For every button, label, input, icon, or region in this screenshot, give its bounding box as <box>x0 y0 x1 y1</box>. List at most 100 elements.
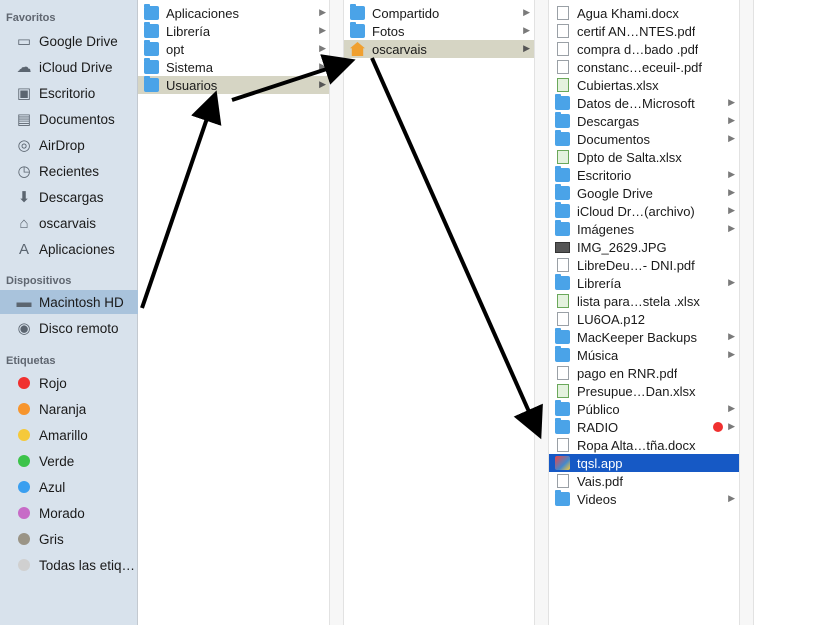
users-folder-icon <box>144 76 159 92</box>
item-label: Imágenes <box>577 221 635 237</box>
tag-color-dot-icon <box>18 481 30 493</box>
folder-icon <box>555 346 570 362</box>
list-item[interactable]: iCloud Dr…(archivo) ▶ <box>549 202 739 220</box>
chevron-right-icon: ▶ <box>728 97 735 107</box>
sidebar-item-dispositivo[interactable]: ◉ Disco remoto <box>0 316 138 340</box>
list-item[interactable]: Agua Khami.docx <box>549 4 739 22</box>
item-label: Agua Khami.docx <box>577 5 679 21</box>
pdf-icon <box>557 24 569 38</box>
item-label: Aplicaciones <box>166 5 239 21</box>
doc-icon <box>557 6 569 20</box>
sidebar-item-etiqueta[interactable]: Gris <box>0 527 138 551</box>
list-item[interactable]: Librería ▶ <box>138 22 330 40</box>
list-item[interactable]: Google Drive ▶ <box>549 184 739 202</box>
sidebar-item-dispositivo[interactable]: ▬ Macintosh HD <box>0 290 138 314</box>
list-item[interactable]: constanc…eceuil-.pdf <box>549 58 739 76</box>
sidebar-item-label: Naranja <box>39 401 87 417</box>
folder-icon <box>555 274 570 290</box>
list-item[interactable]: Público ▶ <box>549 400 739 418</box>
list-item[interactable]: Datos de…Microsoft ▶ <box>549 94 739 112</box>
column-divider[interactable] <box>329 0 344 625</box>
item-label: Vais.pdf <box>577 473 624 489</box>
list-item[interactable]: tqsl.app <box>549 454 739 472</box>
list-item[interactable]: RADIO ▶ <box>549 418 739 436</box>
download-icon: ⬇ <box>17 189 31 206</box>
tag-icon <box>14 426 34 444</box>
sidebar-item-etiqueta[interactable]: Verde <box>0 449 138 473</box>
item-label: certif AN…NTES.pdf <box>577 23 696 39</box>
tag-color-dot-icon <box>18 533 30 545</box>
sidebar-item-favorito[interactable]: ◎ AirDrop <box>0 133 138 157</box>
folder-icon <box>555 328 570 344</box>
list-item[interactable]: Vais.pdf <box>549 472 739 490</box>
sidebar-item-favorito[interactable]: A Aplicaciones <box>0 237 138 261</box>
sidebar-item-label: oscarvais <box>39 215 97 231</box>
doc-icon <box>557 438 569 452</box>
sidebar-item-favorito[interactable]: ▣ Escritorio <box>0 81 138 105</box>
list-item[interactable]: Compartido ▶ <box>344 4 534 22</box>
item-label: Google Drive <box>577 185 653 201</box>
item-label: Documentos <box>577 131 650 147</box>
list-item[interactable]: LibreDeu…- DNI.pdf <box>549 256 739 274</box>
list-item[interactable]: Descargas ▶ <box>549 112 739 130</box>
list-item[interactable]: LU6OA.p12 <box>549 310 739 328</box>
list-item[interactable]: Fotos ▶ <box>344 22 534 40</box>
list-item[interactable]: Documentos ▶ <box>549 130 739 148</box>
item-label: RADIO <box>577 419 619 435</box>
list-item[interactable]: Cubiertas.xlsx <box>549 76 739 94</box>
column-divider[interactable] <box>534 0 549 625</box>
folder-icon <box>555 490 570 506</box>
list-item[interactable]: Imágenes ▶ <box>549 220 739 238</box>
tag-icon <box>14 530 34 548</box>
sidebar-item-favorito[interactable]: ▤ Documentos <box>0 107 138 131</box>
list-item[interactable]: pago en RNR.pdf <box>549 364 739 382</box>
sidebar-item-etiqueta[interactable]: Todas las etiq… <box>0 553 138 577</box>
disc-icon: ◉ <box>17 320 31 337</box>
chevron-right-icon: ▶ <box>319 43 326 53</box>
tag-color-dot-icon <box>18 455 30 467</box>
folder-icon <box>555 166 570 182</box>
sidebar-item-etiqueta[interactable]: Morado <box>0 501 138 525</box>
list-item[interactable]: Presupue…Dan.xlsx <box>549 382 739 400</box>
sidebar-item-favorito[interactable]: ▭ Google Drive <box>0 29 138 53</box>
chevron-right-icon: ▶ <box>523 7 530 17</box>
list-item[interactable]: Dpto de Salta.xlsx <box>549 148 739 166</box>
doc-icon <box>557 312 569 326</box>
item-label: tqsl.app <box>577 455 623 471</box>
list-item[interactable]: certif AN…NTES.pdf <box>549 22 739 40</box>
sidebar-item-label: Todas las etiq… <box>39 557 136 573</box>
sidebar-item-etiqueta[interactable]: Azul <box>0 475 138 499</box>
sidebar-item-label: Macintosh HD <box>39 294 124 310</box>
cloud-icon: ☁ <box>16 59 32 76</box>
list-item[interactable]: Música ▶ <box>549 346 739 364</box>
sidebar-item-favorito[interactable]: ⌂ oscarvais <box>0 211 138 235</box>
home-icon <box>350 42 365 56</box>
list-item[interactable]: IMG_2629.JPG <box>549 238 739 256</box>
sidebar-item-etiqueta[interactable]: Amarillo <box>0 423 138 447</box>
item-label: opt <box>166 41 185 57</box>
list-item[interactable]: Videos ▶ <box>549 490 739 508</box>
list-item[interactable]: Usuarios ▶ <box>138 76 330 94</box>
sheet-icon <box>557 294 569 308</box>
list-item[interactable]: MacKeeper Backups ▶ <box>549 328 739 346</box>
tag-color-dot-icon <box>18 507 30 519</box>
list-item[interactable]: Sistema ▶ <box>138 58 330 76</box>
folder-icon <box>350 4 365 20</box>
chevron-right-icon: ▶ <box>728 133 735 143</box>
item-label: Público <box>577 401 620 417</box>
list-item[interactable]: oscarvais ▶ <box>344 40 534 58</box>
list-item[interactable]: Ropa Alta…tña.docx <box>549 436 739 454</box>
column-divider[interactable] <box>739 0 754 625</box>
sidebar-item-etiqueta[interactable]: Naranja <box>0 397 138 421</box>
list-item[interactable]: opt ▶ <box>138 40 330 58</box>
sidebar-item-favorito[interactable]: ◷ Recientes <box>0 159 138 183</box>
sidebar-item-favorito[interactable]: ☁ iCloud Drive <box>0 55 138 79</box>
sidebar-item-favorito[interactable]: ⬇ Descargas <box>0 185 138 209</box>
list-item[interactable]: lista para…stela .xlsx <box>549 292 739 310</box>
list-item[interactable]: Escritorio ▶ <box>549 166 739 184</box>
sidebar-item-etiqueta[interactable]: Rojo <box>0 371 138 395</box>
list-item[interactable]: Librería ▶ <box>549 274 739 292</box>
list-item[interactable]: Aplicaciones ▶ <box>138 4 330 22</box>
list-item[interactable]: compra d…bado .pdf <box>549 40 739 58</box>
chevron-right-icon: ▶ <box>728 349 735 359</box>
